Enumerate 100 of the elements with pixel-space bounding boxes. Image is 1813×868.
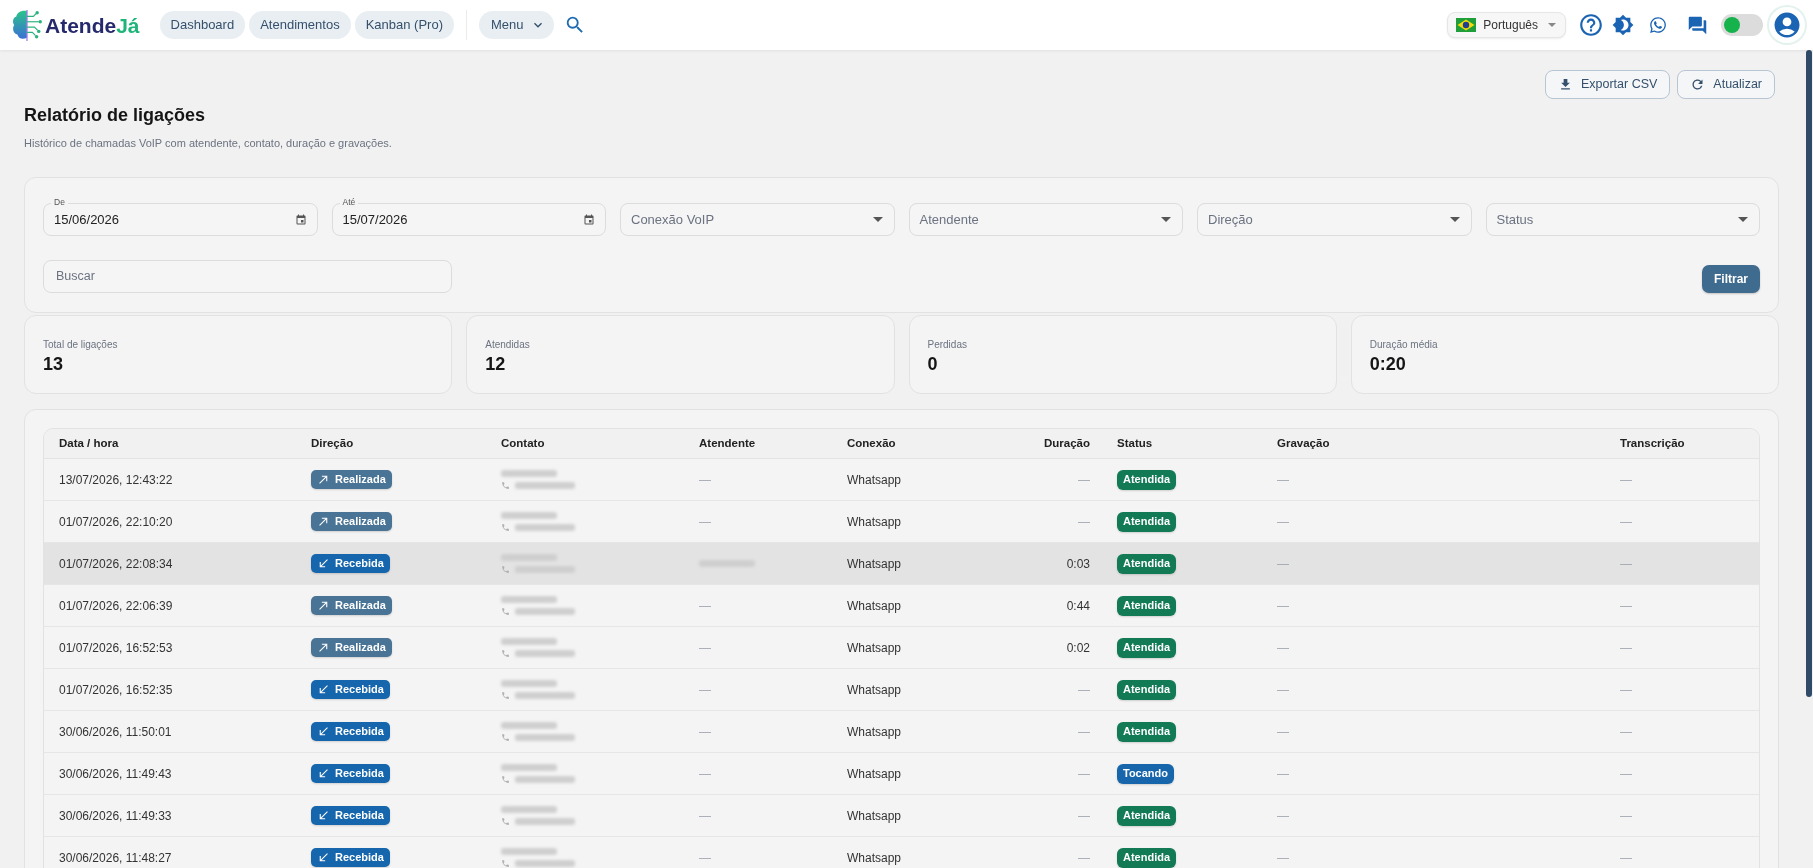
phone-icon — [501, 690, 510, 700]
refresh-icon — [1690, 77, 1706, 92]
action-button[interactable]: Atualizar — [1677, 70, 1775, 99]
blurred-text — [515, 607, 575, 615]
nav-link[interactable]: Atendimentos — [249, 11, 351, 39]
arrow-down-left-icon — [317, 851, 330, 864]
column-header[interactable]: Contato — [501, 434, 545, 453]
page-title: Relatório de ligações — [24, 104, 207, 127]
blurred-text — [515, 523, 575, 531]
table-cell-text: — — [1078, 849, 1090, 867]
scrollbar-thumb[interactable] — [1806, 50, 1812, 697]
blurred-text — [515, 817, 575, 825]
whatsapp-icon[interactable] — [1649, 16, 1667, 34]
brain-circuit-logo-icon — [12, 9, 42, 41]
table-cell-text: Whatsapp — [847, 723, 902, 741]
direction-badge: Recebida — [311, 806, 390, 825]
table-cell-text: — — [1620, 471, 1632, 489]
menu-dropdown-button[interactable]: Menu — [479, 11, 554, 39]
caret-down-icon — [1738, 217, 1748, 222]
stat-value: 12 — [485, 353, 507, 375]
phone-icon — [501, 606, 510, 616]
table-cell-text: — — [1620, 807, 1632, 825]
table-cell-text: 0:02 — [1066, 639, 1090, 657]
table-cell-text: 01/07/2026, 22:06:39 — [59, 597, 173, 615]
table-cell-text: — — [1277, 723, 1289, 741]
column-header[interactable]: Duração — [1043, 434, 1090, 453]
stat-label: Atendidas — [485, 338, 531, 351]
direction-badge: Recebida — [311, 848, 390, 867]
blurred-text — [501, 469, 557, 477]
nav-link[interactable]: Kanban (Pro) — [354, 11, 454, 39]
status-badge: Atendida — [1117, 847, 1177, 868]
search-field[interactable]: Buscar — [43, 260, 452, 293]
stat-value: 13 — [43, 353, 65, 375]
table-cell-text: — — [1078, 681, 1090, 699]
help-icon[interactable] — [1578, 12, 1604, 38]
status-badge: Atendida — [1117, 553, 1177, 574]
avatar-icon[interactable] — [1769, 7, 1805, 43]
column-header[interactable]: Data / hora — [59, 434, 119, 453]
table-cell-text: — — [699, 639, 711, 657]
direction-badge: Realizada — [311, 638, 392, 657]
nav-link[interactable]: Dashboard — [159, 11, 246, 39]
blurred-text — [501, 721, 557, 729]
select-field[interactable]: Status — [1485, 203, 1760, 236]
select-field[interactable]: Conexão VoIP — [620, 203, 895, 236]
filter-button[interactable]: Filtrar — [1702, 265, 1760, 293]
caret-down-icon — [1161, 217, 1171, 222]
table-cell-text: — — [699, 681, 711, 699]
table-cell-text: — — [1078, 807, 1090, 825]
logo-wordmark: AtendeJá — [45, 14, 140, 36]
language-select[interactable]: Português — [1447, 12, 1566, 38]
field-label: Até — [339, 196, 359, 208]
column-header[interactable]: Transcrição — [1620, 434, 1685, 453]
table-cell-text: Whatsapp — [847, 597, 902, 615]
arrow-up-right-icon — [317, 641, 330, 654]
column-header[interactable]: Status — [1117, 434, 1153, 453]
table-cell-text: Whatsapp — [847, 555, 902, 573]
blurred-text — [501, 511, 557, 519]
column-header[interactable]: Atendente — [699, 434, 756, 453]
table-cell-text: — — [699, 597, 711, 615]
status-badge: Atendida — [1117, 595, 1177, 616]
table-cell-text: — — [1277, 597, 1289, 615]
chat-icon[interactable] — [1687, 14, 1708, 36]
table-row[interactable]: 01/07/2026, 22:08:34 Recebida Whatsapp 0:03 Atendida — — — [44, 543, 1759, 585]
table-cell-text: — — [699, 723, 711, 741]
status-badge: Atendida — [1117, 637, 1177, 658]
table-cell-text: — — [699, 807, 711, 825]
blurred-text — [501, 805, 557, 813]
column-header[interactable]: Conexão — [847, 434, 896, 453]
table-cell-text: — — [1620, 723, 1632, 741]
arrow-down-left-icon — [317, 809, 330, 822]
table-cell-text: — — [1277, 681, 1289, 699]
brightness-icon[interactable] — [1612, 14, 1634, 36]
table-cell-text: — — [1078, 723, 1090, 741]
field-label: De — [51, 196, 68, 208]
direction-badge: Recebida — [311, 764, 390, 783]
status-badge: Atendida — [1117, 511, 1177, 532]
caret-down-icon — [1449, 217, 1460, 222]
stat-label: Perdidas — [927, 338, 968, 351]
table-cell-text: — — [1277, 807, 1289, 825]
column-header[interactable]: Gravação — [1277, 434, 1330, 453]
phone-icon — [501, 648, 510, 658]
select-field[interactable]: Direção — [1197, 203, 1472, 236]
table-cell-text: 30/06/2026, 11:49:33 — [59, 807, 172, 825]
arrow-down-left-icon — [317, 725, 330, 738]
table-cell-text: — — [1277, 513, 1289, 531]
phone-icon — [501, 732, 510, 742]
table-cell-text: — — [699, 849, 711, 867]
column-header[interactable]: Direção — [311, 434, 354, 453]
table-cell-text: — — [1277, 471, 1289, 489]
phone-icon — [501, 522, 510, 532]
stat-label: Duração média — [1369, 338, 1439, 351]
table-cell-text: Whatsapp — [847, 765, 902, 783]
table-cell-text: — — [1277, 849, 1289, 867]
phone-icon — [501, 564, 510, 574]
table-cell-text: Whatsapp — [847, 639, 902, 657]
action-button[interactable]: Exportar CSV — [1544, 70, 1671, 99]
blurred-text — [501, 637, 557, 645]
stat-value: 0:20 — [1369, 353, 1407, 375]
toggle-switch[interactable] — [1721, 14, 1763, 36]
select-field[interactable]: Atendente — [908, 203, 1183, 236]
